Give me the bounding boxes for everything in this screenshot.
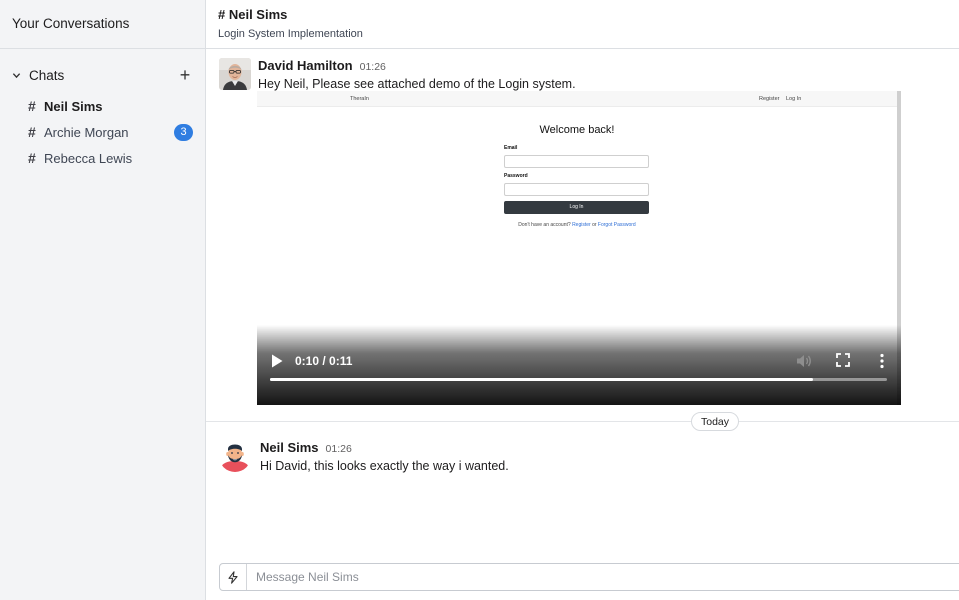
person-photo-icon xyxy=(219,58,251,90)
hash-icon: # xyxy=(28,124,36,140)
video-frame-password-field xyxy=(504,183,649,196)
message-header: Neil Sims 01:26 xyxy=(260,440,509,455)
avatar[interactable] xyxy=(219,58,251,90)
conversation-pane: # Neil Sims Login System Implementation … xyxy=(206,0,959,600)
bearded-man-avatar-icon xyxy=(219,440,251,472)
message-timestamp: 01:26 xyxy=(325,443,352,455)
chat-item-label: Archie Morgan xyxy=(44,124,129,140)
video-frame-register-link: Register xyxy=(759,96,780,102)
unread-badge: 3 xyxy=(174,123,193,141)
volume-icon[interactable] xyxy=(796,353,812,369)
message-text: Hi David, this looks exactly the way i w… xyxy=(260,459,509,473)
sidebar: Your Conversations Chats + # Neil Sims #… xyxy=(0,0,206,600)
video-frame-heading: Welcome back! xyxy=(539,124,615,136)
message-author[interactable]: Neil Sims xyxy=(260,440,319,455)
message-body: David Hamilton 01:26 Hey Neil, Please se… xyxy=(258,58,576,91)
chat-list: # Neil Sims # Archie Morgan 3 # Rebecca … xyxy=(0,93,205,171)
video-frame-footer-register: Register xyxy=(572,222,591,228)
video-frame-footer-or: or xyxy=(592,222,597,228)
chats-section: Chats + # Neil Sims # Archie Morgan 3 # … xyxy=(0,49,205,171)
day-divider-label: Today xyxy=(691,412,739,431)
message-composer xyxy=(219,563,959,591)
video-frame-email-field xyxy=(504,155,649,168)
hash-icon: # xyxy=(28,150,36,166)
message-author[interactable]: David Hamilton xyxy=(258,58,353,73)
add-chat-plus-icon[interactable]: + xyxy=(177,66,193,84)
chats-section-header[interactable]: Chats + xyxy=(0,66,205,84)
chat-item-label: Neil Sims xyxy=(44,98,103,114)
channel-header: # Neil Sims Login System Implementation xyxy=(206,0,959,49)
chat-item-rebecca-lewis[interactable]: # Rebecca Lewis xyxy=(0,145,205,171)
video-time-display: 0:10 / 0:11 xyxy=(295,354,353,368)
video-frame-email-label: Email xyxy=(504,145,518,151)
video-frame-login-button: Log In xyxy=(504,201,649,214)
message: David Hamilton 01:26 Hey Neil, Please se… xyxy=(219,58,576,91)
video-frame-navbar: TheraIn Register Log In xyxy=(257,91,897,107)
bolt-icon xyxy=(228,570,238,584)
hash-icon: # xyxy=(28,98,36,114)
chat-item-neil-sims[interactable]: # Neil Sims xyxy=(0,93,205,119)
chat-item-archie-morgan[interactable]: # Archie Morgan 3 xyxy=(0,119,205,145)
video-frame-login-link: Log In xyxy=(786,96,802,102)
video-frame-footer: Don't have an account? Register or Forgo… xyxy=(257,222,897,228)
video-frame-password-label: Password xyxy=(504,173,528,179)
chats-section-label: Chats xyxy=(29,67,65,83)
avatar[interactable] xyxy=(219,440,251,472)
video-attachment[interactable]: TheraIn Register Log In Welcome back! Em… xyxy=(257,91,901,405)
message-text: Hey Neil, Please see attached demo of th… xyxy=(258,77,576,91)
message: Neil Sims 01:26 Hi David, this looks exa… xyxy=(219,440,509,473)
video-progress-bar[interactable] xyxy=(270,378,887,381)
channel-title: # Neil Sims xyxy=(218,7,288,22)
sidebar-title: Your Conversations xyxy=(0,0,205,49)
more-options-icon[interactable] xyxy=(876,353,888,369)
chat-item-label: Rebecca Lewis xyxy=(44,150,133,166)
shortcuts-button[interactable] xyxy=(220,564,247,590)
video-frame-footer-forgot: Forgot Password xyxy=(597,222,636,228)
video-frame-footer-text: Don't have an account? xyxy=(518,222,571,228)
message-input[interactable] xyxy=(256,570,936,584)
chevron-down-icon[interactable] xyxy=(12,71,21,80)
channel-subtitle: Login System Implementation xyxy=(218,28,363,40)
play-icon[interactable] xyxy=(271,354,283,368)
message-header: David Hamilton 01:26 xyxy=(258,58,576,73)
video-frame-brand: TheraIn xyxy=(350,96,369,102)
video-progress-fill xyxy=(270,378,813,381)
fullscreen-icon[interactable] xyxy=(836,353,850,367)
video-controls: 0:10 / 0:11 xyxy=(257,325,901,405)
message-body: Neil Sims 01:26 Hi David, this looks exa… xyxy=(260,440,509,473)
day-divider-line xyxy=(206,421,959,422)
message-timestamp: 01:26 xyxy=(359,61,386,73)
